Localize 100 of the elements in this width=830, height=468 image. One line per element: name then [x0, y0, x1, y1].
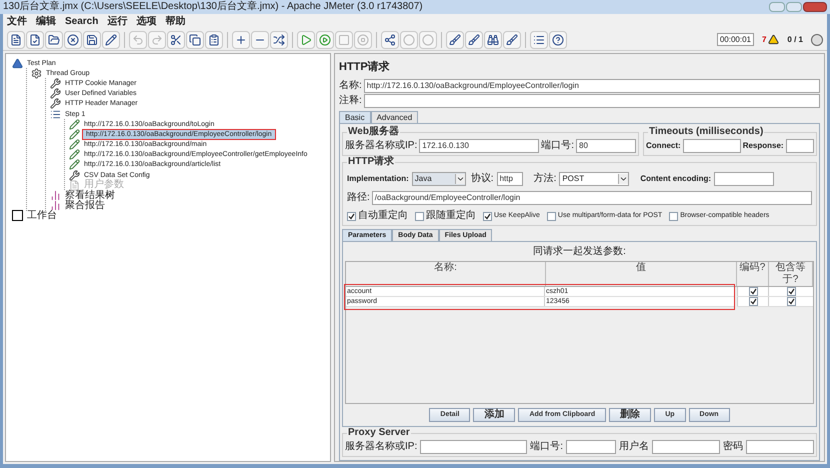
save-button[interactable]	[83, 30, 101, 48]
search-button[interactable]	[484, 30, 502, 48]
copy-button[interactable]	[186, 30, 204, 48]
pen-icon	[69, 139, 80, 150]
checkbox[interactable]	[669, 212, 678, 220]
toggle-icon	[273, 34, 285, 46]
remote-start-icon	[384, 34, 396, 46]
tab[interactable]: Basic	[339, 111, 371, 123]
caret-icon	[454, 174, 465, 184]
start-button[interactable]	[297, 30, 315, 48]
path-field[interactable]: /oaBackground/EmployeeController/login	[372, 191, 812, 205]
template-button[interactable]	[26, 30, 44, 48]
remote-start-button[interactable]	[381, 30, 399, 48]
toggle-button[interactable]	[270, 30, 288, 48]
warning-icon[interactable]	[768, 34, 780, 45]
table-caption: 同请求一起发送参数:	[533, 246, 626, 258]
clear-all-icon	[468, 34, 480, 46]
close-file-button[interactable]	[64, 30, 82, 48]
checkbox[interactable]	[786, 287, 796, 296]
paste-button[interactable]	[205, 30, 223, 48]
gear-icon	[31, 68, 42, 79]
menu-item[interactable]: 帮助	[165, 16, 186, 28]
column-header: 名称:	[346, 262, 546, 286]
new-file-icon	[10, 34, 22, 46]
checkbox[interactable]	[748, 287, 758, 296]
cut-button[interactable]	[167, 30, 185, 48]
search-icon	[487, 34, 499, 46]
host-field[interactable]: 172.16.0.130	[419, 139, 540, 153]
encoding-field[interactable]	[714, 172, 774, 186]
chart-icon	[50, 200, 61, 212]
status-icon	[811, 34, 823, 46]
start-no-pause-icon	[319, 34, 331, 46]
checkbox[interactable]	[347, 212, 356, 220]
field-label: Content encoding:	[640, 173, 711, 185]
proxy-user-field[interactable]	[652, 440, 720, 454]
tree-item[interactable]: 工作台	[26, 210, 58, 221]
open-folder-button[interactable]	[45, 30, 63, 48]
field-label: Implementation:	[347, 173, 409, 185]
implementation-dropdown[interactable]: Java	[412, 172, 466, 186]
edit-button[interactable]	[102, 30, 120, 48]
start-no-pause-button[interactable]	[316, 30, 334, 48]
edit-icon	[105, 34, 117, 46]
field-label: 端口号:	[541, 140, 574, 152]
list-icon	[50, 108, 61, 120]
close-button[interactable]	[803, 2, 827, 12]
function-list-button[interactable]	[530, 30, 548, 48]
field-label: 端口号:	[530, 441, 563, 453]
wrench-icon	[50, 98, 61, 110]
field-label: 密码	[723, 441, 743, 453]
protocol-field[interactable]: http	[496, 172, 523, 186]
checkbox[interactable]	[415, 212, 424, 220]
redo-icon	[151, 34, 163, 46]
menu-item[interactable]: Search	[65, 16, 98, 28]
response-field[interactable]	[786, 139, 814, 153]
checkbox[interactable]	[786, 297, 796, 306]
name-field[interactable]: http://172.16.0.130/oaBackground/EmployeeController/login	[364, 79, 820, 93]
column-header: 包含等于?	[769, 262, 813, 286]
tree-item[interactable]: 聚合报告	[64, 200, 106, 211]
port-field[interactable]: 80	[576, 139, 636, 153]
method-dropdown[interactable]: POST	[559, 172, 630, 186]
proxy-host-field[interactable]	[420, 440, 528, 454]
help-button[interactable]	[549, 30, 567, 48]
cut-icon	[170, 34, 182, 46]
clear-button[interactable]	[446, 30, 464, 48]
collapse-button[interactable]	[251, 30, 269, 48]
proxy-port-field[interactable]	[566, 440, 616, 454]
checkbox[interactable]	[546, 212, 556, 220]
action-button[interactable]: 添加	[473, 408, 516, 422]
connect-field[interactable]	[682, 139, 741, 153]
elapsed-time: 00:00:01	[716, 33, 754, 46]
thread-count: 0 / 1	[787, 34, 803, 46]
undo-icon	[132, 34, 144, 46]
comment-field[interactable]	[364, 94, 820, 108]
warning-count: 7	[762, 34, 766, 46]
expand-icon	[235, 34, 247, 46]
new-file-button[interactable]	[7, 30, 25, 48]
menu-item[interactable]: 编辑	[36, 16, 56, 28]
chart-icon	[50, 190, 61, 202]
field-label: 服务器名称或IP:	[345, 441, 418, 453]
checkbox[interactable]	[748, 297, 758, 306]
caret-icon	[618, 174, 628, 184]
field-label: 注释:	[339, 95, 362, 107]
template-icon	[29, 34, 41, 46]
expand-button[interactable]	[232, 30, 250, 48]
menu-item[interactable]: 运行	[107, 16, 128, 28]
menu-item[interactable]: 文件	[7, 16, 27, 28]
action-button[interactable]: 删除	[609, 408, 652, 422]
clear-all-button[interactable]	[465, 30, 483, 48]
pen-icon	[69, 118, 80, 130]
field-label: 名称:	[339, 80, 362, 92]
group-legend: HTTP请求	[347, 156, 396, 168]
group-legend: Timeouts (milliseconds)	[648, 126, 764, 138]
tab[interactable]: Advanced	[370, 111, 418, 123]
checkbox[interactable]	[483, 212, 492, 220]
tree-item[interactable]: 察看结果树	[64, 190, 116, 201]
save-icon	[86, 34, 98, 46]
proxy-password-field[interactable]	[746, 440, 814, 454]
field-label: 路径:	[347, 192, 370, 204]
field-label: 服务器名称或IP:	[345, 140, 418, 152]
menu-item[interactable]: 选项	[136, 16, 156, 28]
